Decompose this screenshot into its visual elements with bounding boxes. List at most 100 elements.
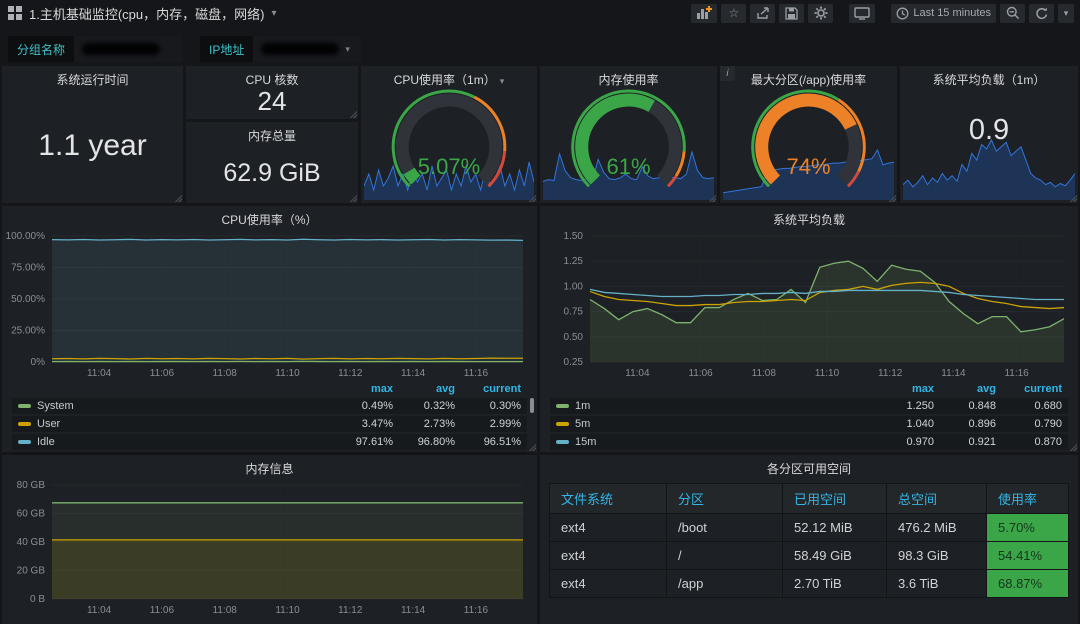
load-chart-legend: max avg current 1m 1.250 0.848 0.680 5m … xyxy=(550,382,1068,450)
refresh-icon xyxy=(1035,7,1047,19)
time-range-button[interactable]: Last 15 minutes xyxy=(891,3,996,23)
panel-memory-info-chart: 内存信息 11:04 11:06 11:08 11:10 11:12 11:14 11:16… xyxy=(2,455,537,624)
dashboard-board: 系统运行时间 1.1 year CPU 核数 24 内存总量 62.9 GiB … xyxy=(0,62,1080,624)
column-header-partition[interactable]: 分区 xyxy=(666,483,783,514)
svg-text:40 GB: 40 GB xyxy=(17,537,46,548)
legend-series-toggle[interactable]: 15m xyxy=(556,436,872,448)
panel-title[interactable]: 内存使用率 xyxy=(540,66,717,88)
svg-text:1.00: 1.00 xyxy=(564,281,584,292)
table-header-row: 文件系统 分区 已用空间 总空间 使用率 xyxy=(549,483,1069,514)
svg-text:1.25: 1.25 xyxy=(564,256,584,267)
ip-select[interactable]: ▾ xyxy=(253,36,362,62)
star-button[interactable]: ☆ xyxy=(721,3,747,23)
panel-partition-table: 各分区可用空间 文件系统 分区 已用空间 总空间 使用率 ext4 /boot … xyxy=(540,455,1078,624)
svg-text:0.75: 0.75 xyxy=(564,307,584,318)
table-row: ext4 /boot 52.12 MiB 476.2 MiB 5.70% xyxy=(549,513,1069,542)
column-header-total[interactable]: 总空间 xyxy=(886,483,987,514)
column-header-usage[interactable]: 使用率 xyxy=(986,483,1069,514)
legend-scrollbar[interactable] xyxy=(530,398,534,413)
column-header-filesystem[interactable]: 文件系统 xyxy=(549,483,667,514)
variable-ip: IP地址 ▾ xyxy=(200,36,362,62)
settings-button[interactable] xyxy=(808,3,834,23)
share-button[interactable] xyxy=(750,3,776,23)
dashboard-grid-icon xyxy=(8,6,22,20)
panel-title[interactable]: 内存总量 xyxy=(186,122,358,144)
svg-text:0 B: 0 B xyxy=(30,594,45,605)
app-partition-gauge: 74% xyxy=(720,86,897,203)
panel-title[interactable]: 系统运行时间 xyxy=(2,66,183,88)
panel-title[interactable]: 系统平均负载（1m） xyxy=(900,66,1078,88)
svg-text:11:14: 11:14 xyxy=(401,605,426,616)
cell-used: 2.70 TiB xyxy=(782,569,887,598)
svg-text:11:06: 11:06 xyxy=(688,368,713,379)
svg-text:11:08: 11:08 xyxy=(213,368,238,379)
column-header-used[interactable]: 已用空间 xyxy=(782,483,887,514)
refresh-button[interactable] xyxy=(1029,3,1054,23)
add-panel-button[interactable] xyxy=(691,3,718,23)
cpu-chart-legend: max avg current System 0.49% 0.32% 0.30%… xyxy=(12,382,534,457)
load-average-chart: 11:04 11:06 11:08 11:10 11:12 11:14 11:16 0.25 0… xyxy=(544,228,1074,380)
panel-resize-handle[interactable] xyxy=(1069,443,1077,451)
refresh-interval-dropdown[interactable]: ▾ xyxy=(1058,3,1074,23)
svg-text:11:06: 11:06 xyxy=(150,368,175,379)
caret-down-icon: ▾ xyxy=(1063,7,1069,18)
cell-partition: /boot xyxy=(666,513,783,542)
panel-title[interactable]: CPU使用率（1m） ▾ xyxy=(361,66,537,88)
series-swatch xyxy=(18,440,31,444)
cell-usage: 54.41% xyxy=(986,541,1069,570)
dashboard-title-dropdown[interactable]: 1.主机基础监控(cpu，内存，磁盘，网络) ▾ xyxy=(8,4,277,23)
legend-header: max avg current xyxy=(370,383,521,395)
cell-total: 98.3 GiB xyxy=(886,541,987,570)
cell-total: 3.6 TiB xyxy=(886,569,987,598)
svg-text:11:16: 11:16 xyxy=(1004,368,1029,379)
tv-mode-button[interactable] xyxy=(849,3,876,23)
legend-series-toggle[interactable]: User xyxy=(18,418,331,430)
panel-title[interactable]: CPU使用率（%） xyxy=(2,206,537,228)
svg-text:11:06: 11:06 xyxy=(150,605,175,616)
svg-text:20 GB: 20 GB xyxy=(17,566,46,577)
clock-icon xyxy=(896,7,909,19)
add-panel-icon xyxy=(697,6,713,19)
panel-title[interactable]: 各分区可用空间 xyxy=(540,455,1078,477)
ip-label: IP地址 xyxy=(209,42,245,57)
legend-row-user: User 3.47% 2.73% 2.99% xyxy=(12,416,527,432)
panel-resize-handle[interactable] xyxy=(174,194,182,202)
panel-title[interactable]: CPU 核数 xyxy=(186,66,358,88)
series-swatch xyxy=(556,422,569,426)
panel-title[interactable]: 系统平均负载 xyxy=(540,206,1078,228)
group-name-select[interactable] xyxy=(74,36,183,62)
cell-total: 476.2 MiB xyxy=(886,513,987,542)
svg-text:5.07%: 5.07% xyxy=(418,154,480,179)
memory-total-value: 62.9 GiB xyxy=(223,159,321,187)
panel-resize-handle[interactable] xyxy=(528,443,536,451)
navbar: 1.主机基础监控(cpu，内存，磁盘，网络) ▾ ☆ Last 15 minut… xyxy=(0,0,1080,24)
svg-text:11:12: 11:12 xyxy=(338,605,363,616)
panel-app-partition-gauge: i 最大分区(/app)使用率 74% xyxy=(720,66,897,203)
panel-cpu-usage-gauge: CPU使用率（1m） ▾ 5.07% xyxy=(361,66,537,203)
panel-resize-handle[interactable] xyxy=(349,194,357,202)
svg-text:80 GB: 80 GB xyxy=(17,480,46,491)
panel-resize-handle[interactable] xyxy=(1069,194,1077,202)
cell-partition: /app xyxy=(666,569,783,598)
cpu-usage-chart: 11:04 11:06 11:08 11:10 11:12 11:14 11:16 0% 25.… xyxy=(6,228,533,380)
panel-cpu-cores: CPU 核数 24 xyxy=(186,66,358,119)
group-name-label: 分组名称 xyxy=(17,42,66,57)
legend-series-toggle[interactable]: Idle xyxy=(18,436,331,448)
legend-row-1m: 1m 1.250 0.848 0.680 xyxy=(550,398,1068,414)
save-button[interactable] xyxy=(779,3,805,23)
cell-filesystem: ext4 xyxy=(549,569,667,598)
panel-resize-handle[interactable] xyxy=(349,110,357,118)
memory-info-chart: 11:04 11:06 11:08 11:10 11:12 11:14 11:16 0 B 20… xyxy=(6,477,533,617)
panel-title[interactable]: 最大分区(/app)使用率 xyxy=(720,66,897,88)
legend-series-toggle[interactable]: 5m xyxy=(556,418,872,430)
zoom-out-button[interactable] xyxy=(1000,3,1025,23)
panel-title[interactable]: 内存信息 xyxy=(2,455,537,477)
legend-series-toggle[interactable]: System xyxy=(18,400,331,412)
svg-text:11:04: 11:04 xyxy=(87,368,112,379)
info-icon[interactable]: i xyxy=(720,66,735,81)
chevron-down-icon: ▾ xyxy=(499,76,505,86)
svg-text:61%: 61% xyxy=(606,154,650,179)
svg-text:11:10: 11:10 xyxy=(275,605,300,616)
legend-series-toggle[interactable]: 1m xyxy=(556,400,872,412)
svg-text:60 GB: 60 GB xyxy=(17,509,46,520)
